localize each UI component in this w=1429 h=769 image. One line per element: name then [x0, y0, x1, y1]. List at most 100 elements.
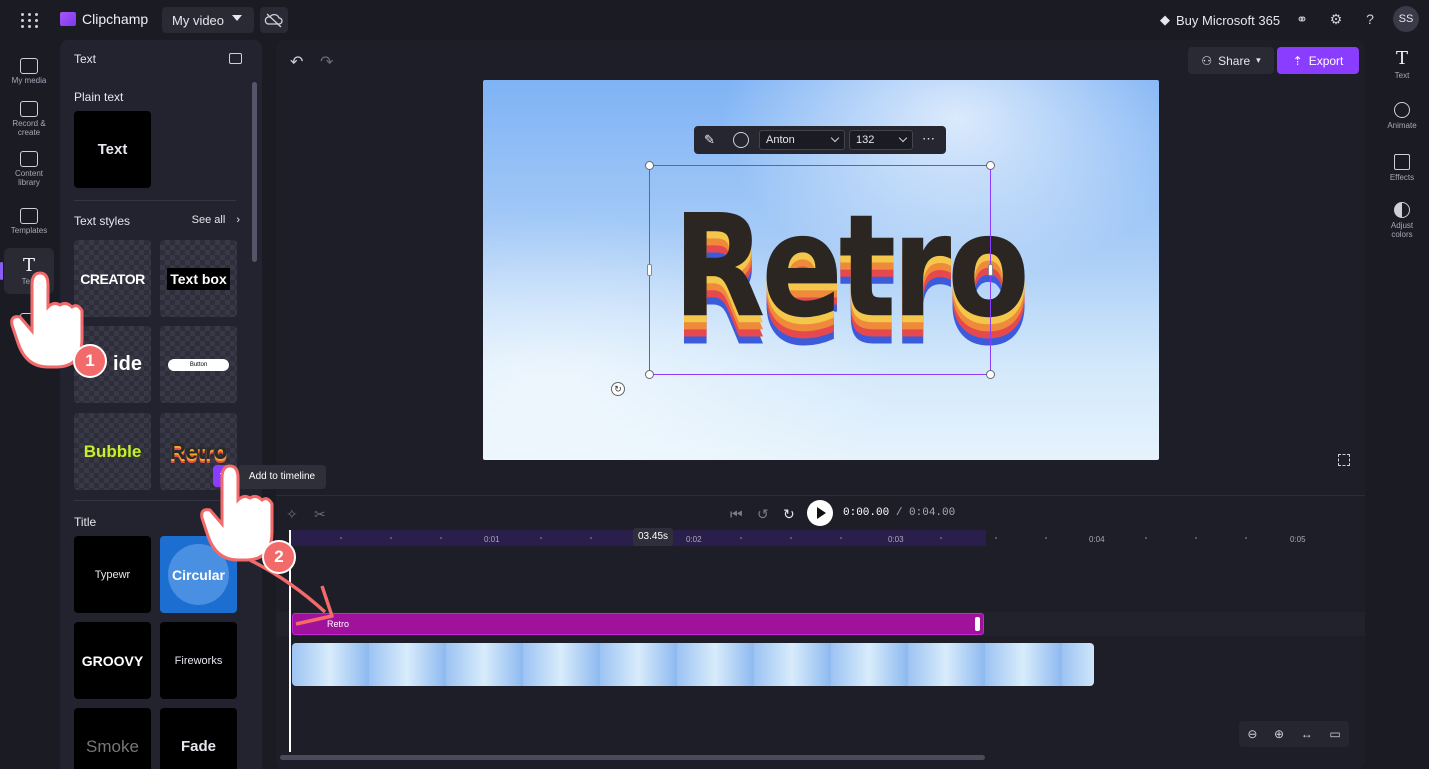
collapse-panel-icon[interactable] — [229, 53, 242, 64]
pencil-icon[interactable]: ✎ — [704, 132, 715, 148]
text-icon: T — [1395, 48, 1408, 69]
clip-trim-handle[interactable] — [975, 617, 980, 631]
tile-label: Circular — [172, 566, 225, 583]
help-icon[interactable]: ? — [1359, 8, 1381, 30]
style-tile-button[interactable]: Button — [160, 326, 237, 403]
magic-icon[interactable]: ✧ — [286, 506, 298, 523]
title-tile-fade[interactable]: Fade — [160, 708, 237, 769]
color-picker-icon[interactable] — [733, 132, 749, 148]
ruler-dot — [995, 537, 997, 539]
chevron-down-icon — [898, 133, 908, 143]
rail-item-templates[interactable]: Templates — [4, 198, 54, 244]
title-heading: Title — [74, 515, 97, 529]
app-launcher-icon[interactable] — [20, 10, 40, 30]
title-tile-smoke[interactable]: Smoke — [74, 708, 151, 769]
camera-icon — [20, 101, 38, 117]
current-time: 0:00.00 — [843, 507, 890, 519]
add-to-timeline-tooltip: Add to timeline — [238, 465, 326, 489]
cloud-off-button[interactable] — [260, 7, 288, 33]
share-label: Share — [1218, 53, 1251, 68]
share-button[interactable]: ⚇ Share ▾ — [1188, 47, 1274, 74]
font-size-select[interactable]: 132 — [849, 130, 913, 150]
rewind-5-icon[interactable]: ↺ — [757, 506, 769, 523]
ruler-dot — [740, 537, 742, 539]
top-bar: Clipchamp My video ◆ Buy Microsoft 365 ⚭… — [0, 0, 1429, 40]
forward-5-icon[interactable]: ↻ — [783, 506, 795, 523]
text-panel: Text Plain text Text Text styles See all… — [60, 40, 262, 769]
rotate-icon[interactable]: ↻ — [611, 382, 625, 396]
project-name: My video — [172, 12, 225, 28]
ruler-dot — [790, 537, 792, 539]
fit-screen-icon[interactable]: ▭ — [1329, 727, 1340, 741]
avatar[interactable]: SS — [1393, 6, 1419, 32]
resize-handle[interactable] — [645, 161, 654, 170]
rail-label: Animate — [1387, 121, 1417, 130]
zoom-out-icon[interactable]: ⊖ — [1247, 727, 1257, 741]
timeline-ruler[interactable]: 0:01 0:02 0:03 0:04 0:05 03.45s — [290, 528, 1356, 548]
folder-icon — [20, 57, 38, 74]
text-format-toolbar: ✎ Anton 132 ⋯ — [694, 126, 946, 154]
tile-label: Bubble — [83, 441, 142, 461]
upload-icon: ⇡ — [1292, 53, 1303, 68]
rail-item-my-media[interactable]: My media — [4, 48, 54, 94]
see-all-link[interactable]: See all › — [192, 214, 240, 226]
resize-handle[interactable] — [986, 161, 995, 170]
rail-label: Adjust colors — [1390, 221, 1414, 239]
plain-text-tile[interactable]: Text — [74, 111, 151, 188]
resize-handle[interactable] — [647, 264, 652, 276]
timecode: 0:00.00 / 0:04.00 — [843, 507, 955, 519]
tile-label: Retro — [169, 438, 228, 464]
rail-item-content-library[interactable]: Content library — [4, 146, 54, 192]
right-rail-adjust-colors[interactable]: Adjust colors — [1375, 202, 1429, 239]
style-tile-text-box[interactable]: Text box — [160, 240, 237, 317]
panel-scrollbar[interactable] — [252, 82, 257, 262]
ruler-dot — [1045, 537, 1047, 539]
top-right-actions: ⚭ ⚙ ? SS — [1291, 6, 1419, 32]
redo-icon[interactable]: ↷ — [320, 52, 333, 72]
right-rail-text[interactable]: T Text — [1375, 48, 1429, 81]
tile-label: Text — [97, 141, 128, 158]
tile-label: Fireworks — [174, 654, 223, 667]
rail-label: Content library — [14, 169, 44, 187]
undo-icon[interactable]: ↶ — [290, 52, 303, 72]
fullscreen-icon[interactable] — [1338, 454, 1350, 466]
title-tile-fireworks[interactable]: Fireworks — [160, 622, 237, 699]
title-tile-circular[interactable]: Circular — [160, 536, 237, 613]
video-clip[interactable] — [292, 643, 1094, 686]
zoom-in-icon[interactable]: ⊕ — [1274, 727, 1284, 741]
play-button[interactable] — [807, 500, 833, 526]
right-rail-animate[interactable]: Animate — [1375, 102, 1429, 130]
resize-handle[interactable] — [986, 370, 995, 379]
buy-label: Buy Microsoft 365 — [1176, 12, 1281, 28]
skip-back-icon[interactable]: ⏮ — [730, 506, 743, 523]
clipchamp-logo-icon — [60, 12, 76, 26]
add-to-timeline-button[interactable]: + — [213, 465, 235, 487]
rail-item-transitions[interactable] — [4, 298, 54, 344]
resize-handle[interactable] — [988, 264, 993, 276]
total-duration: 0:04.00 — [909, 507, 956, 519]
rail-item-text[interactable]: T Text — [0, 248, 54, 294]
project-name-dropdown[interactable]: My video — [162, 7, 254, 33]
style-tile-bubble[interactable]: Bubble — [74, 413, 151, 490]
gear-icon[interactable]: ⚙ — [1325, 8, 1347, 30]
fit-width-icon[interactable]: ↔ — [1301, 727, 1313, 741]
app-name: Clipchamp — [82, 11, 149, 27]
rail-item-record-create[interactable]: Record & create — [4, 96, 54, 142]
rail-label: Text — [1394, 71, 1410, 80]
selection-box[interactable] — [645, 161, 995, 379]
connections-icon[interactable]: ⚭ — [1291, 8, 1313, 30]
export-button[interactable]: ⇡ Export — [1277, 47, 1359, 74]
title-tile-typewriter[interactable]: Typewr — [74, 536, 151, 613]
text-clip-retro[interactable]: Retro — [292, 613, 984, 635]
divider — [74, 200, 236, 201]
more-options-icon[interactable]: ⋯ — [922, 131, 936, 147]
font-select[interactable]: Anton — [759, 130, 845, 150]
ruler-dot — [1245, 537, 1247, 539]
title-tile-groovy[interactable]: GROOVY — [74, 622, 151, 699]
timeline-scrollbar[interactable] — [280, 755, 985, 760]
buy-microsoft-365-button[interactable]: ◆ Buy Microsoft 365 — [1160, 12, 1280, 28]
style-tile-creator[interactable]: CREATOR — [74, 240, 151, 317]
resize-handle[interactable] — [645, 370, 654, 379]
scissors-icon[interactable]: ✂ — [314, 506, 326, 523]
right-rail-effects[interactable]: Effects — [1375, 154, 1429, 182]
